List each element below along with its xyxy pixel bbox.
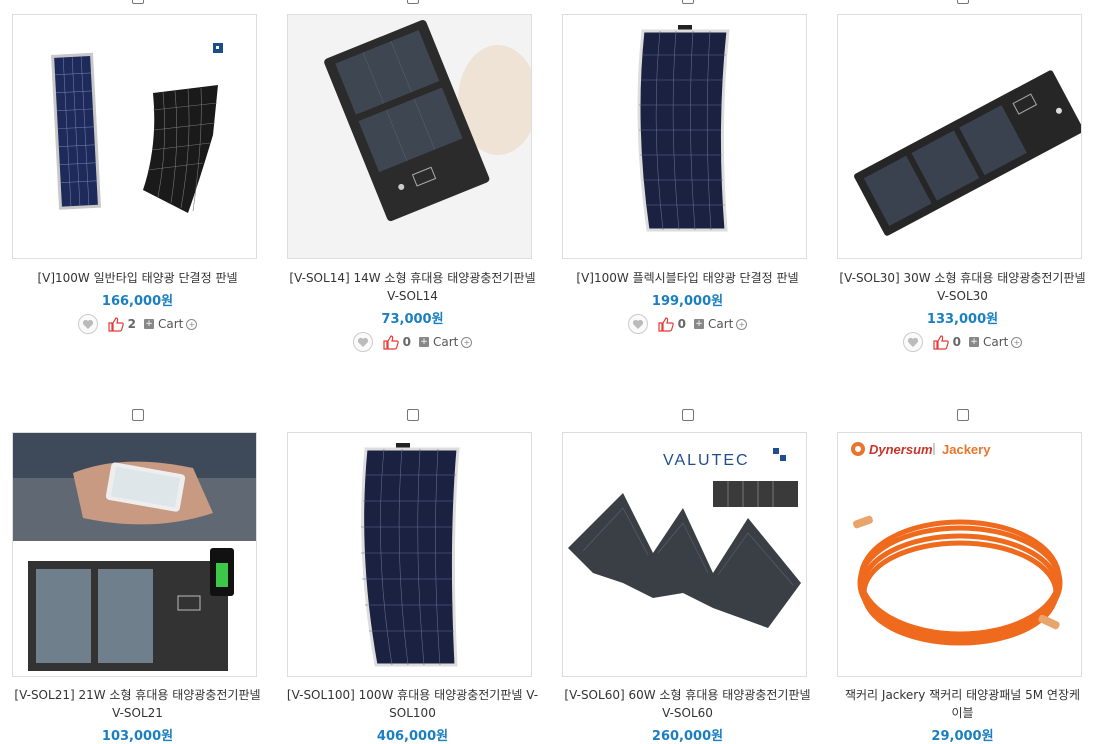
product-name-line[interactable]: [V]100W 일반타입 태양광 단결정 판넬 xyxy=(0,269,275,287)
product-image[interactable]: Dynersum Jackery xyxy=(837,432,1082,677)
wishlist-heart-icon[interactable] xyxy=(627,314,648,334)
product-price: 199,000원 xyxy=(651,294,724,309)
product-price: 103,000원 xyxy=(101,729,174,744)
product-select-checkbox[interactable] xyxy=(956,0,969,4)
thumbs-up-icon xyxy=(933,334,949,350)
cart-plus-icon: + xyxy=(418,337,429,347)
product-card: [V-SOL21] 21W 소형 휴대용 태양광충전기판넬 V-SOL21 10… xyxy=(0,400,275,744)
product-card: [V-SOL30] 30W 소형 휴대용 태양광충전기판넬 V-SOL30 13… xyxy=(825,0,1097,370)
product-name-line[interactable]: [V-SOL14] 14W 소형 휴대용 태양광충전기판넬 xyxy=(275,269,550,287)
product-image[interactable] xyxy=(562,14,807,259)
add-to-cart-button[interactable]: + Cart + xyxy=(693,317,748,331)
product-name-line[interactable]: V-SOL30 xyxy=(825,287,1097,305)
thumbs-up-icon xyxy=(658,316,674,332)
product-image[interactable] xyxy=(12,432,257,677)
product-select-checkbox[interactable] xyxy=(131,0,144,4)
expand-icon: + xyxy=(186,318,198,330)
product-name-line[interactable]: 이블 xyxy=(825,704,1097,722)
product-actions: 0 + Cart + xyxy=(275,331,550,353)
expand-icon: + xyxy=(736,318,748,330)
product-name[interactable]: [V-SOL100] 100W 휴대용 태양광충전기판넬 V- SOL100 xyxy=(275,686,550,722)
product-select-checkbox[interactable] xyxy=(131,409,144,421)
add-to-cart-button[interactable]: + Cart + xyxy=(418,335,473,349)
product-name-line[interactable]: 잭커리 Jackery 잭커리 태양광패널 5M 연장케 xyxy=(825,686,1097,704)
cart-plus-icon: + xyxy=(968,337,979,347)
like-button[interactable]: 0 xyxy=(658,316,686,332)
product-actions: 0 + Cart + xyxy=(825,331,1097,353)
product-name-line[interactable]: V-SOL60 xyxy=(550,704,825,722)
product-image[interactable] xyxy=(837,14,1082,259)
product-name[interactable]: 잭커리 Jackery 잭커리 태양광패널 5M 연장케 이블 xyxy=(825,686,1097,722)
cart-plus-icon: + xyxy=(143,319,154,329)
like-count: 0 xyxy=(677,317,686,331)
thumbs-up-icon xyxy=(108,316,124,332)
product-card: VALUTEC [V-SOL60] 60W 소형 휴대용 태양광충전기판넬 V-… xyxy=(550,400,825,744)
product-select-checkbox[interactable] xyxy=(406,409,419,421)
product-image[interactable] xyxy=(287,432,532,677)
product-name-line[interactable]: SOL100 xyxy=(275,704,550,722)
product-card: [V]100W 일반타입 태양광 단결정 판넬 166,000원 2 + Car… xyxy=(0,0,275,370)
product-name-line[interactable]: V-SOL21 xyxy=(0,704,275,722)
add-to-cart-button[interactable]: + Cart + xyxy=(143,317,198,331)
product-card: [V-SOL14] 14W 소형 휴대용 태양광충전기판넬 V-SOL14 73… xyxy=(275,0,550,370)
product-name[interactable]: [V-SOL30] 30W 소형 휴대용 태양광충전기판넬 V-SOL30 xyxy=(825,269,1097,305)
product-price: 29,000원 xyxy=(931,729,994,744)
valutec-logo: VALUTEC xyxy=(663,452,750,469)
product-price: 166,000원 xyxy=(101,294,174,309)
dynersum-logo: Dynersum xyxy=(869,442,933,457)
product-actions: 0 + Cart + xyxy=(550,313,825,335)
like-button[interactable]: 0 xyxy=(383,334,411,350)
product-price: 73,000원 xyxy=(381,312,444,327)
like-button[interactable]: 2 xyxy=(108,316,136,332)
product-select-checkbox[interactable] xyxy=(406,0,419,4)
product-select-checkbox[interactable] xyxy=(956,409,969,421)
cart-label: Cart xyxy=(982,335,1009,349)
like-count: 0 xyxy=(952,335,961,349)
jackery-logo: Jackery xyxy=(942,442,991,457)
product-card: [V]100W 플렉시블타입 태양광 단결정 판넬 199,000원 0 + C… xyxy=(550,0,825,370)
product-name[interactable]: [V-SOL60] 60W 소형 휴대용 태양광충전기판넬 V-SOL60 xyxy=(550,686,825,722)
expand-icon: + xyxy=(461,336,473,348)
expand-icon: + xyxy=(1011,336,1023,348)
product-card: [V-SOL100] 100W 휴대용 태양광충전기판넬 V- SOL100 4… xyxy=(275,400,550,744)
cart-label: Cart xyxy=(157,317,184,331)
product-name-line[interactable]: [V-SOL21] 21W 소형 휴대용 태양광충전기판넬 xyxy=(0,686,275,704)
product-price: 406,000원 xyxy=(376,729,449,744)
product-name-line[interactable]: [V-SOL60] 60W 소형 휴대용 태양광충전기판넬 xyxy=(550,686,825,704)
like-count: 2 xyxy=(127,317,136,331)
product-image[interactable] xyxy=(12,14,257,259)
wishlist-heart-icon[interactable] xyxy=(77,314,98,334)
like-button[interactable]: 0 xyxy=(933,334,961,350)
product-name-line[interactable]: [V-SOL30] 30W 소형 휴대용 태양광충전기판넬 xyxy=(825,269,1097,287)
product-name[interactable]: [V]100W 플렉시블타입 태양광 단결정 판넬 xyxy=(550,269,825,287)
product-name-line[interactable]: V-SOL14 xyxy=(275,287,550,305)
cart-plus-icon: + xyxy=(693,319,704,329)
like-count: 0 xyxy=(402,335,411,349)
product-image[interactable]: VALUTEC xyxy=(562,432,807,677)
product-image[interactable] xyxy=(287,14,532,259)
add-to-cart-button[interactable]: + Cart + xyxy=(968,335,1023,349)
product-name-line[interactable]: [V]100W 플렉시블타입 태양광 단결정 판넬 xyxy=(550,269,825,287)
product-select-checkbox[interactable] xyxy=(681,0,694,4)
wishlist-heart-icon[interactable] xyxy=(352,332,373,352)
product-actions: 2 + Cart + xyxy=(0,313,275,335)
thumbs-up-icon xyxy=(383,334,399,350)
product-name[interactable]: [V-SOL14] 14W 소형 휴대용 태양광충전기판넬 V-SOL14 xyxy=(275,269,550,305)
cart-label: Cart xyxy=(432,335,459,349)
product-name[interactable]: [V]100W 일반타입 태양광 단결정 판넬 xyxy=(0,269,275,287)
product-name-line[interactable]: [V-SOL100] 100W 휴대용 태양광충전기판넬 V- xyxy=(275,686,550,704)
product-card: Dynersum Jackery 잭커리 Jackery 잭커리 태양광패널 5… xyxy=(825,400,1097,744)
cart-label: Cart xyxy=(707,317,734,331)
product-price: 260,000원 xyxy=(651,729,724,744)
product-name[interactable]: [V-SOL21] 21W 소형 휴대용 태양광충전기판넬 V-SOL21 xyxy=(0,686,275,722)
wishlist-heart-icon[interactable] xyxy=(902,332,923,352)
product-select-checkbox[interactable] xyxy=(681,409,694,421)
product-price: 133,000원 xyxy=(926,312,999,327)
